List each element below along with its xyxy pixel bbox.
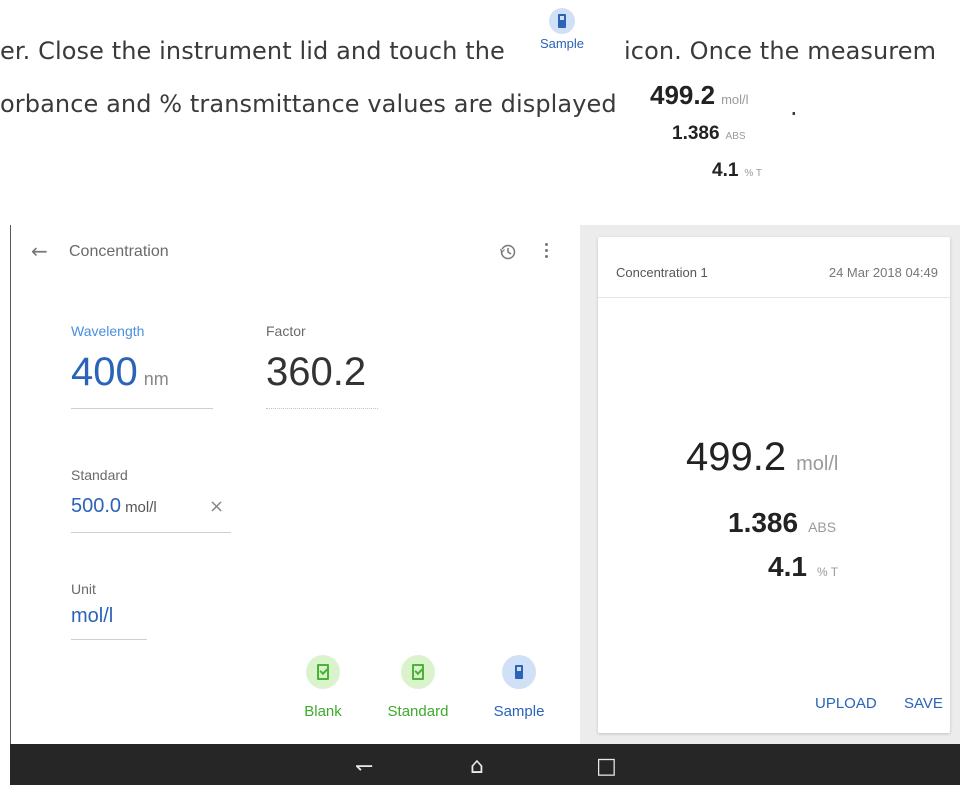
wavelength-field[interactable]: 400 nm (71, 350, 169, 395)
system-back-icon[interactable]: ↽ (355, 754, 373, 779)
standard-unit: mol/l (125, 499, 157, 516)
inline-result-transmittance: 4.1% T (712, 160, 763, 181)
wavelength-label: Wavelength (71, 323, 145, 339)
standard-check-icon (401, 655, 435, 689)
sample-vial-icon (502, 655, 536, 689)
unit-label: Unit (71, 581, 96, 597)
wavelength-value: 400 (71, 350, 138, 394)
instruction-line-1-after: icon. Once the measurem (624, 37, 937, 65)
result-concentration: 499.2 mol/l (686, 435, 839, 479)
standard-value: 500.0 (71, 495, 122, 517)
sample-button[interactable]: Sample (479, 655, 559, 720)
factor-underline (266, 408, 378, 409)
unit-field[interactable]: mol/l (71, 605, 113, 628)
unit-underline (71, 639, 147, 640)
blank-label: Blank (304, 703, 342, 720)
blank-check-icon (306, 655, 340, 689)
sample-label: Sample (493, 703, 545, 720)
save-button[interactable]: SAVE (904, 695, 943, 712)
wavelength-underline (71, 408, 213, 409)
instruction-period: . (790, 93, 798, 121)
sample-vial-icon (549, 8, 575, 34)
inline-sample-icon: Sample (538, 8, 586, 51)
factor-value: 360.2 (266, 350, 367, 394)
system-recents-icon[interactable]: □ (596, 754, 617, 779)
instruction-text-before: er. Close the instrument lid and touch t… (0, 37, 505, 65)
page-title: Concentration (69, 243, 169, 260)
instruction-line-2: orbance and % transmittance values are d… (0, 90, 617, 118)
result-absorbance: 1.386 ABS (728, 507, 837, 538)
standard-field[interactable]: 500.0 mol/l (71, 495, 157, 518)
wavelength-unit: nm (143, 369, 169, 389)
blank-button[interactable]: Blank (283, 655, 363, 720)
back-arrow-icon[interactable]: ← (31, 239, 48, 263)
factor-label: Factor (266, 323, 306, 339)
system-navigation-bar: ↽ ⌂ □ (10, 744, 960, 785)
result-transmittance: 4.1% T (768, 551, 839, 582)
clear-standard-icon[interactable]: × (209, 496, 224, 517)
instruction-line-1: er. Close the instrument lid and touch t… (0, 37, 505, 65)
device-screen: ← Concentration Wavelength 400 nm Factor … (10, 225, 960, 785)
system-home-icon[interactable]: ⌂ (470, 754, 484, 779)
history-icon[interactable] (499, 243, 517, 261)
standard-action-label: Standard (387, 703, 449, 720)
standard-label: Standard (71, 467, 128, 483)
result-card: Concentration 1 24 Mar 2018 04:49 499.2 m… (598, 237, 950, 733)
result-name: Concentration 1 (616, 265, 708, 280)
upload-button[interactable]: UPLOAD (815, 695, 877, 712)
measurement-panel: ← Concentration Wavelength 400 nm Factor … (10, 225, 580, 744)
standard-underline (71, 532, 231, 533)
standard-button[interactable]: Standard (378, 655, 458, 720)
inline-result-absorbance: 1.386 ABS (672, 123, 746, 144)
inline-result-concentration: 499.2 mol/l (650, 80, 749, 110)
inline-sample-label: Sample (539, 36, 585, 51)
more-vert-icon[interactable] (543, 241, 549, 261)
result-card-header: Concentration 1 24 Mar 2018 04:49 (598, 237, 950, 298)
result-date: 24 Mar 2018 04:49 (828, 265, 938, 280)
